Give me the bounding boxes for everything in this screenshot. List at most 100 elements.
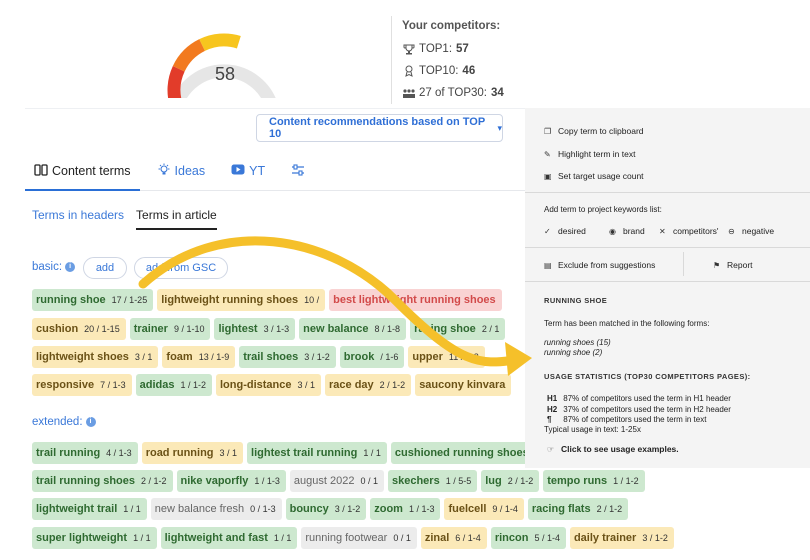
term-chip[interactable]: bouncy 3 / 1-2 — [285, 498, 367, 520]
term-chip[interactable]: racing shoe 2 / 1 — [410, 318, 506, 340]
flag-icon: ⚑ — [713, 260, 721, 270]
term-chip[interactable]: cushion 20 / 1-15 — [32, 318, 126, 340]
competitor-top10-value: 46 — [462, 65, 476, 77]
term-chip[interactable]: lightweight running shoes 10 / — [157, 289, 326, 311]
option-brand[interactable]: ◉ brand — [609, 226, 645, 236]
term-label: adidas — [139, 379, 175, 391]
term-chip[interactable]: responsive 7 / 1-3 — [32, 374, 132, 396]
term-chip[interactable]: august 2022 0 / 1 — [289, 470, 384, 492]
term-label: brook — [343, 351, 375, 363]
stat-h1: H1 87% of competitors used the term in H… — [547, 394, 731, 403]
target-icon: ▣ — [544, 171, 552, 181]
option-negative[interactable]: ⊖ negative — [728, 226, 774, 236]
term-count: 0 / 1 — [360, 476, 378, 486]
menu-target[interactable]: ▣ Set target usage count — [544, 171, 644, 181]
term-chip[interactable]: saucony kinvara — [415, 374, 512, 396]
option-competitors[interactable]: ✕ competitors' — [659, 226, 719, 236]
term-chip[interactable]: skechers 1 / 5-5 — [387, 470, 478, 492]
tab-ideas[interactable]: Ideas — [157, 160, 205, 182]
term-chip[interactable]: trail running shoes 2 / 1-2 — [32, 470, 173, 492]
term-chip[interactable]: tempo runs 1 / 1-2 — [543, 470, 645, 492]
info-icon[interactable]: i — [85, 417, 96, 427]
term-label: best lightweight running shoes — [333, 294, 496, 306]
term-chip[interactable]: lightest trail running 1 / 1 — [247, 442, 387, 464]
term-chip[interactable]: racing flats 2 / 1-2 — [527, 498, 629, 520]
sub-tabs: Terms in headers Terms in article — [32, 208, 229, 230]
term-chip[interactable]: new balance 8 / 1-8 — [299, 318, 407, 340]
tab-yt-label: YT — [249, 164, 266, 178]
competitors-panel: Your competitors: TOP1: 57 TOP10: 46 27 … — [402, 20, 504, 104]
basic-section-label: basic: i — [32, 261, 76, 273]
term-chip[interactable]: foam 13 / 1-9 — [162, 346, 236, 368]
usage-examples-link[interactable]: ☞ Click to see usage examples. — [547, 444, 679, 454]
recommendation-dropdown[interactable]: Content recommendations based on TOP 10 … — [256, 114, 503, 142]
medal-icon — [402, 65, 416, 77]
term-chip[interactable]: race day 2 / 1-2 — [325, 374, 412, 396]
term-count: 11 / 1-8 — [448, 352, 479, 362]
competitor-top10-label: TOP10: — [419, 65, 459, 77]
term-chip[interactable]: lightweight trail 1 / 1 — [32, 498, 147, 520]
menu-divider — [525, 192, 810, 193]
info-icon[interactable]: i — [65, 262, 76, 272]
term-label: racing flats — [531, 503, 591, 515]
term-count: 3 / 1-2 — [334, 504, 361, 514]
term-chip[interactable]: brook / 1-6 — [339, 346, 405, 368]
menu-highlight[interactable]: ✎ Highlight term in text — [544, 149, 635, 159]
term-row: responsive 7 / 1-3 adidas 1 / 1-2 long-dista… — [32, 374, 515, 396]
term-chip[interactable]: rincon 5 / 1-4 — [490, 527, 566, 549]
tab-yt[interactable]: YT — [231, 160, 265, 182]
tab-content-terms[interactable]: Content terms — [34, 160, 131, 182]
term-chip[interactable]: road running 3 / 1 — [141, 442, 244, 464]
menu-exclude[interactable]: ▤ Exclude from suggestions — [544, 260, 655, 270]
term-count: 1 / 1 — [123, 504, 141, 514]
term-context-menu: ❐ Copy term to clipboard ✎ Highlight ter… — [525, 108, 810, 468]
term-chip[interactable]: super lightweight 1 / 1 — [32, 527, 157, 549]
term-chip[interactable]: nike vaporfly 1 / 1-3 — [176, 470, 286, 492]
menu-report[interactable]: ⚑ Report — [713, 260, 753, 270]
term-count: 10 / — [304, 295, 320, 305]
term-label: lightweight running shoes — [161, 294, 299, 306]
competitor-top1: TOP1: 57 — [402, 38, 504, 60]
term-chip[interactable]: long-distance 3 / 1 — [215, 374, 322, 396]
stat-h2-text: 37% of competitors used the term in H2 h… — [563, 405, 731, 414]
term-chip[interactable]: new balance fresh 0 / 1-3 — [150, 498, 282, 520]
option-desired[interactable]: ✓ desired — [544, 226, 586, 236]
term-count: 13 / 1-9 — [198, 352, 230, 362]
term-count: 2 / 1 — [481, 324, 500, 334]
term-count: 8 / 1-8 — [374, 324, 401, 334]
term-chip[interactable]: lightweight and fast 1 / 1 — [160, 527, 298, 549]
term-label: nike vaporfly — [180, 475, 249, 487]
subtab-terms-in-headers[interactable]: Terms in headers — [32, 208, 124, 230]
term-count: 2 / 1-2 — [596, 504, 623, 514]
lightbulb-icon — [157, 163, 171, 179]
term-chip[interactable]: trainer 9 / 1-10 — [129, 318, 211, 340]
term-chip[interactable]: zoom 1 / 1-3 — [370, 498, 441, 520]
term-chip[interactable]: running footwear 0 / 1 — [301, 527, 417, 549]
term-chip[interactable]: daily trainer 3 / 1-2 — [569, 527, 674, 549]
stat-h1-key: H1 — [547, 394, 558, 403]
term-chip[interactable]: adidas 1 / 1-2 — [135, 374, 212, 396]
term-chip[interactable]: fuelcell 9 / 1-4 — [444, 498, 524, 520]
term-chip[interactable]: best lightweight running shoes — [329, 289, 502, 311]
stat-h2: H2 37% of competitors used the term in H… — [547, 405, 731, 414]
add-from-gsc-button[interactable]: add from GSC — [134, 257, 228, 279]
menu-copy[interactable]: ❐ Copy term to clipboard — [544, 126, 644, 136]
term-row: lightweight shoes 3 / 1 foam 13 / 1-9 trail … — [32, 346, 489, 368]
term-row: trail running shoes 2 / 1-2 nike vaporfly 1… — [32, 470, 649, 492]
term-chip[interactable]: upper 11 / 1-8 — [408, 346, 485, 368]
term-chip[interactable]: zinal 6 / 1-4 — [420, 527, 487, 549]
term-count: 2 / 1-2 — [379, 380, 406, 390]
term-chip[interactable]: trail running 4 / 1-3 — [32, 442, 138, 464]
term-chip[interactable]: lightweight shoes 3 / 1 — [32, 346, 159, 368]
term-count: 3 / 1 — [134, 352, 153, 362]
term-chip[interactable]: lug 2 / 1-2 — [481, 470, 540, 492]
tab-settings[interactable] — [291, 160, 309, 182]
term-count: 2 / 1-2 — [507, 476, 534, 486]
term-label: upper — [412, 351, 443, 363]
term-chip[interactable]: trail shoes 3 / 1-2 — [239, 346, 336, 368]
term-chip[interactable]: lightest 3 / 1-3 — [214, 318, 296, 340]
add-term-button[interactable]: add — [83, 257, 127, 279]
subtab-terms-in-article[interactable]: Terms in article — [136, 208, 217, 230]
term-label: trail shoes — [243, 351, 299, 363]
term-chip[interactable]: running shoe 17 / 1-25 — [32, 289, 154, 311]
